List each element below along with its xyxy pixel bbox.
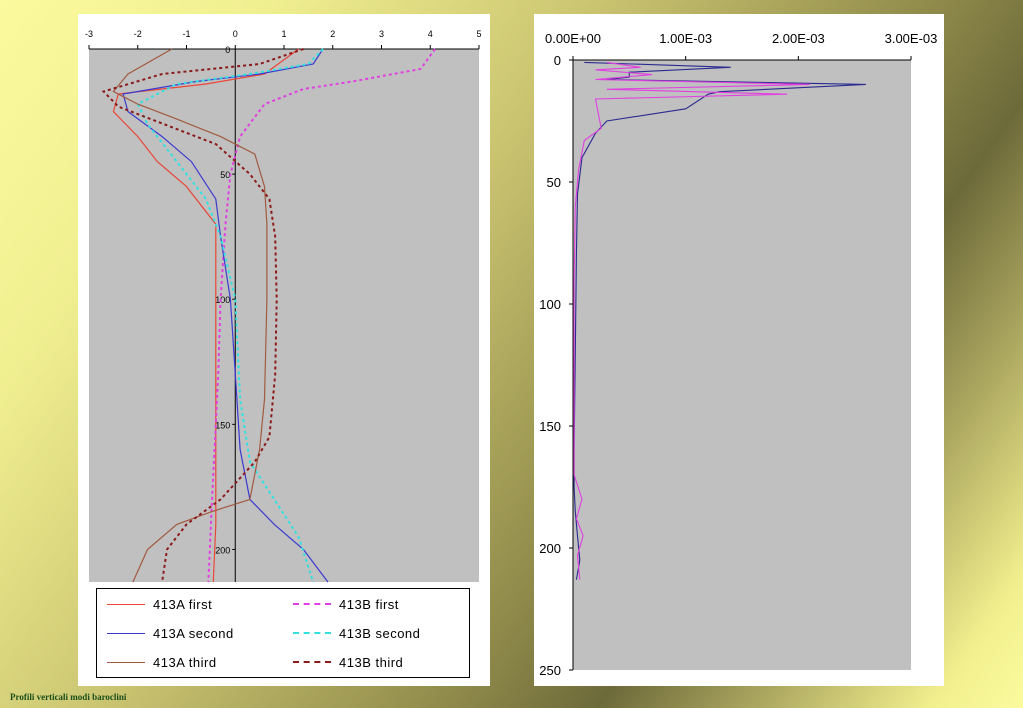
left-x-tick-label: 3	[379, 29, 384, 39]
left-series-line-413a-third	[112, 48, 268, 583]
left-x-tick-label: 0	[233, 29, 238, 39]
right-y-tick-label: 150	[539, 419, 561, 434]
right-chart-svg: 0.00E+00 1.00E-03 2.00E-03 3.00E-03 0 50 100 15…	[539, 31, 938, 678]
left-y-tick-label: 200	[215, 545, 230, 555]
legend-item: 413B first	[293, 594, 399, 614]
legend-label: 413A first	[153, 596, 213, 612]
right-series-line-1	[573, 61, 810, 580]
legend-item: 413A second	[107, 623, 234, 643]
right-y-tick-label: 0	[554, 53, 561, 68]
legend-swatch	[107, 632, 145, 634]
right-y-tick-label: 50	[547, 175, 561, 190]
legend-label: 413A third	[153, 654, 217, 670]
left-chart-panel: -3 -2 -1 0 1 2 3 4 5 0 50 100 150 200 413A first 413B …	[78, 14, 490, 686]
left-series-line-413a-second	[122, 48, 329, 583]
left-x-tick-label: 5	[476, 29, 481, 39]
legend-swatch	[293, 603, 331, 605]
legend-item: 413B third	[293, 652, 403, 672]
legend-swatch	[293, 632, 331, 634]
legend-swatch	[107, 603, 145, 605]
left-x-tick-label: -3	[85, 29, 93, 39]
right-x-tick-label: 2.00E-03	[772, 31, 825, 46]
left-x-tick-label: -1	[182, 29, 190, 39]
right-y-tick-label: 250	[539, 663, 561, 678]
right-y-tick-label: 100	[539, 297, 561, 312]
legend-label: 413B first	[339, 596, 399, 612]
left-x-tick-label: -2	[134, 29, 142, 39]
right-chart-panel: 0.00E+00 1.00E-03 2.00E-03 3.00E-03 0 50 100 15…	[534, 14, 944, 686]
left-y-tick-label: 0	[225, 45, 230, 55]
chart-legend: 413A first 413B first 413A second 413B seco…	[96, 588, 470, 678]
left-y-tick-label: 150	[215, 420, 230, 430]
legend-swatch	[107, 661, 145, 663]
legend-label: 413B third	[339, 654, 404, 670]
left-series-line-413b-second	[136, 48, 324, 583]
left-chart-svg: -3 -2 -1 0 1 2 3 4 5050100150200	[85, 29, 482, 583]
left-y-tick-label: 100	[215, 295, 230, 305]
left-series-line-413b-third	[101, 48, 304, 583]
legend-item: 413B second	[293, 623, 420, 643]
footer-caption: Profili verticali modi baroclini	[10, 692, 127, 702]
right-x-tick-label: 3.00E-03	[885, 31, 938, 46]
right-x-tick-label: 0.00E+00	[545, 31, 601, 46]
legend-item: 413A third	[107, 652, 217, 672]
left-x-tick-label: 1	[281, 29, 286, 39]
legend-swatch	[293, 661, 331, 663]
left-series-line-413a-first	[112, 48, 299, 583]
legend-item: 413A first	[107, 594, 212, 614]
right-y-tick-label: 200	[539, 541, 561, 556]
left-x-tick-label: 2	[330, 29, 335, 39]
right-series-line-0	[573, 61, 866, 580]
left-x-tick-label: 4	[428, 29, 433, 39]
left-y-tick-label: 50	[220, 170, 230, 180]
legend-label: 413A second	[153, 625, 234, 641]
legend-label: 413B second	[339, 625, 421, 641]
right-x-tick-label: 1.00E-03	[659, 31, 712, 46]
